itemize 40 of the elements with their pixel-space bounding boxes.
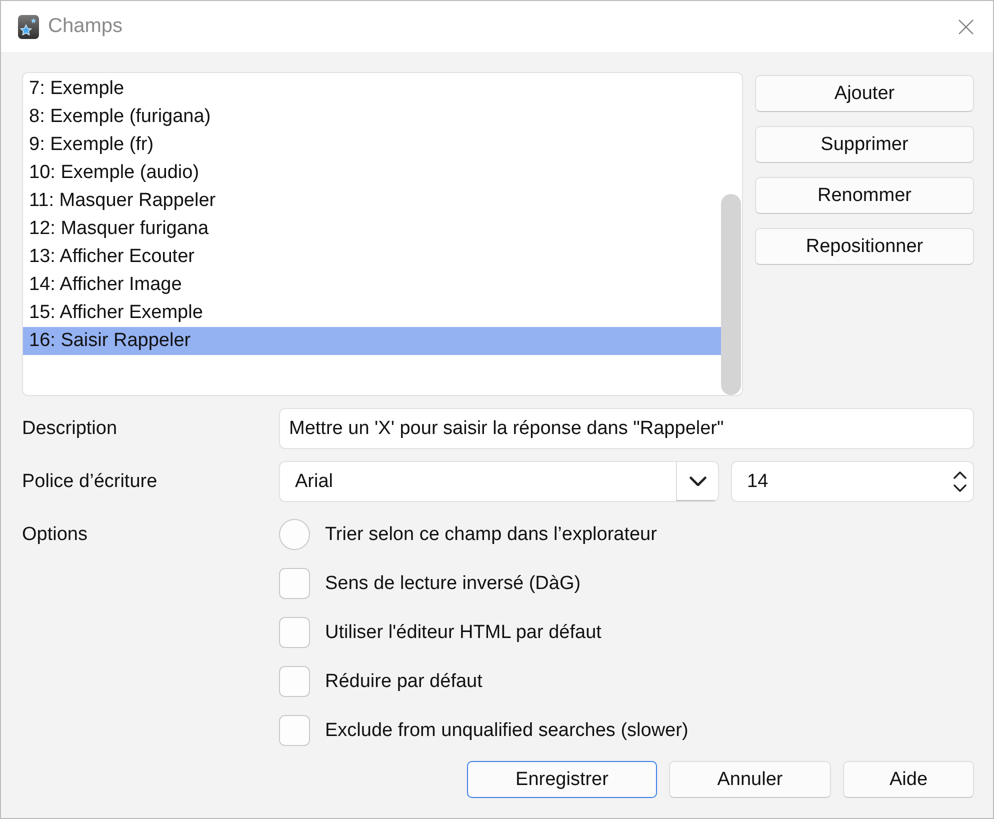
- checkbox[interactable]: [279, 617, 310, 648]
- dropdown-button[interactable]: [676, 462, 718, 501]
- window-title: Champs: [48, 15, 124, 38]
- size-spinbox[interactable]: 14: [731, 461, 974, 502]
- field-action-button[interactable]: Ajouter: [755, 75, 974, 112]
- field-action-button[interactable]: Supprimer: [755, 126, 974, 163]
- option-label[interactable]: Trier selon ce champ dans l’explorateur: [325, 524, 657, 546]
- form-label: Police d’écriture: [22, 470, 158, 492]
- checkbox[interactable]: [279, 568, 310, 599]
- list-item[interactable]: 13: Afficher Ecouter: [23, 243, 721, 271]
- chevron-up-icon: [953, 470, 967, 479]
- dialog-button[interactable]: Aide: [843, 761, 974, 798]
- scrollbar-thumb[interactable]: [721, 194, 741, 395]
- list-item[interactable]: 10: Exemple (audio): [23, 159, 721, 187]
- dialog-button[interactable]: Enregistrer: [467, 761, 657, 798]
- checkbox[interactable]: [279, 715, 310, 746]
- checkbox[interactable]: [279, 666, 310, 697]
- chevron-down-icon: [688, 476, 706, 486]
- description-field[interactable]: Mettre un 'X' pour saisir la réponse dans "Rappeler": [279, 408, 974, 449]
- font-select[interactable]: Arial: [279, 461, 719, 502]
- list-item[interactable]: 8: Exemple (furigana): [23, 103, 721, 131]
- option-label[interactable]: Exclude from unqualified searches (slower): [325, 720, 688, 742]
- option-label[interactable]: Utiliser l'éditeur HTML par défaut: [325, 622, 602, 644]
- form-label: Description: [22, 418, 118, 440]
- list-item[interactable]: 9: Exemple (fr): [23, 131, 721, 159]
- list-item[interactable]: 11: Masquer Rappeler: [23, 187, 721, 215]
- dialog-button[interactable]: Annuler: [669, 761, 831, 798]
- list-item[interactable]: 15: Afficher Exemple: [23, 299, 721, 327]
- list-item[interactable]: 16: Saisir Rappeler: [23, 327, 721, 355]
- close-icon[interactable]: [958, 18, 974, 34]
- field-action-button[interactable]: Renommer: [755, 177, 974, 214]
- radio-button[interactable]: [279, 519, 310, 550]
- list-item[interactable]: 14: Afficher Image: [23, 271, 721, 299]
- option-label[interactable]: Réduire par défaut: [325, 670, 482, 692]
- chevron-down-icon: [953, 484, 967, 492]
- field-action-button[interactable]: Repositionner: [755, 228, 974, 265]
- form-label: Options: [22, 524, 88, 546]
- list-item[interactable]: 7: Exemple: [23, 75, 721, 103]
- list-item[interactable]: 12: Masquer furigana: [23, 215, 721, 243]
- option-label[interactable]: Sens de lecture inversé (DàG): [325, 572, 581, 594]
